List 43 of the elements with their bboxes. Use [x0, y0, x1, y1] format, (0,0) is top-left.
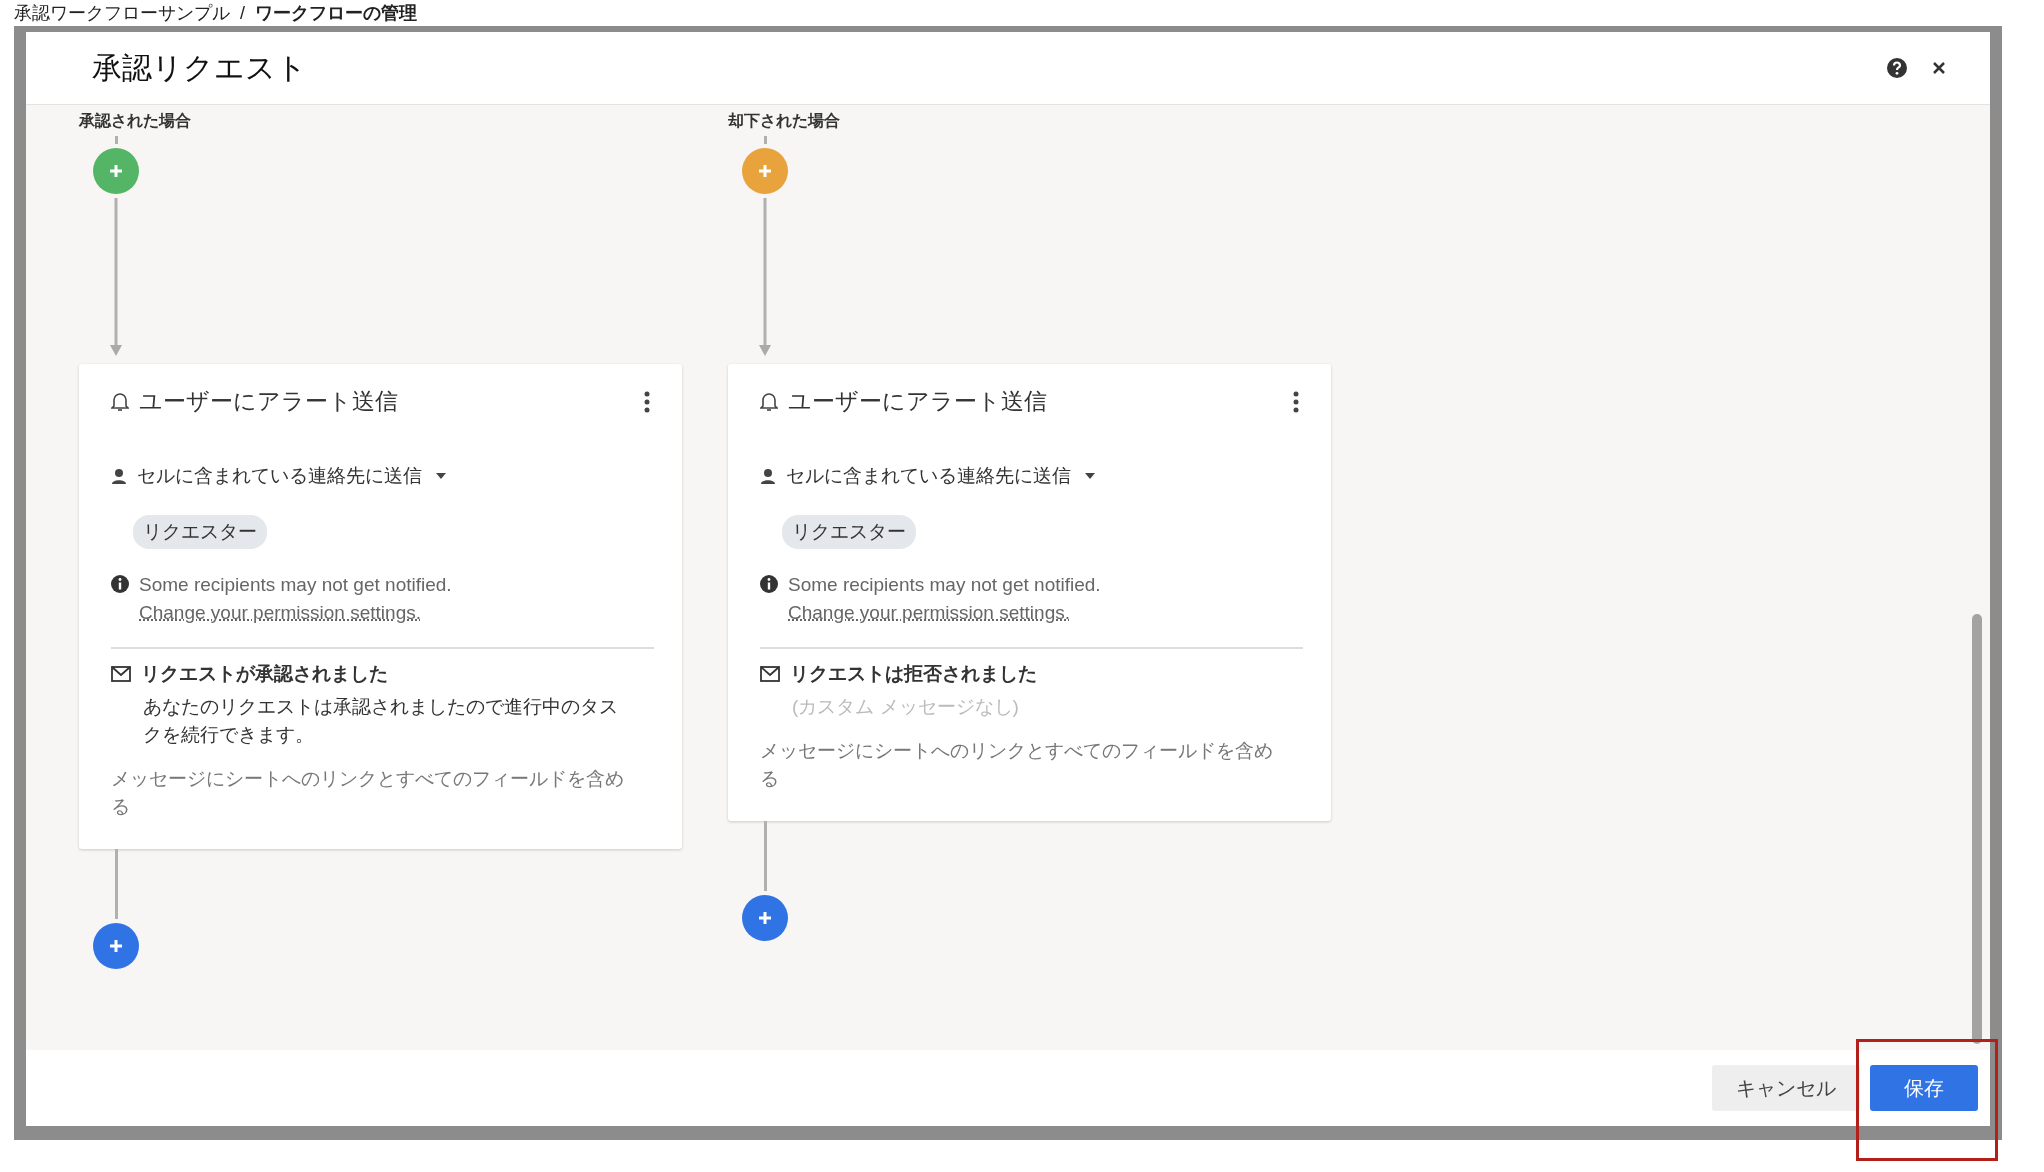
bell-icon: [760, 391, 778, 412]
message-subject: リクエストは拒否されました: [790, 662, 1037, 686]
add-step-button[interactable]: [93, 148, 139, 194]
permission-settings-link[interactable]: Change your permission settings.: [788, 602, 1070, 623]
message-body: あなたのリクエストは承認されましたので進行中のタスクを続行できます。: [143, 695, 619, 747]
person-icon: [111, 468, 127, 484]
info-icon: [111, 575, 129, 593]
plus-icon: [109, 939, 123, 953]
permission-notice: Some recipients may not get notified. Change your permission settings.: [788, 573, 1102, 625]
recipient-chip: リクエスター: [133, 515, 267, 549]
save-button[interactable]: 保存: [1870, 1065, 1978, 1111]
include-fields-note: メッセージにシートへのリンクとすべてのフィールドを含める: [111, 767, 625, 819]
mail-icon: [760, 666, 780, 682]
plus-icon: [109, 164, 123, 178]
add-step-button[interactable]: [93, 923, 139, 969]
caret-icon: [436, 473, 446, 479]
help-icon[interactable]: [1886, 57, 1908, 79]
recipient-chip: リクエスター: [782, 515, 916, 549]
add-step-button[interactable]: [742, 895, 788, 941]
message-body: (カスタム メッセージなし): [792, 695, 1020, 719]
permission-notice: Some recipients may not get notified. Change your permission settings.: [139, 573, 453, 625]
cancel-button[interactable]: キャンセル: [1712, 1065, 1860, 1111]
breadcrumb-separator: /: [240, 2, 245, 24]
info-icon: [760, 575, 778, 593]
card-title: ユーザーにアラート送信: [139, 387, 399, 416]
breadcrumb-item[interactable]: 承認ワークフローサンプル: [14, 1, 230, 25]
permission-settings-link[interactable]: Change your permission settings.: [139, 602, 421, 623]
include-fields-note: メッセージにシートへのリンクとすべてのフィールドを含める: [760, 739, 1274, 791]
plus-icon: [758, 911, 772, 925]
recipient-dropdown[interactable]: セルに含まれている連絡先に送信: [786, 463, 1095, 489]
dialog-title: 承認リクエスト: [92, 49, 308, 86]
mail-icon: [111, 666, 131, 682]
scrollbar[interactable]: [1972, 614, 1982, 1044]
caret-icon: [1085, 473, 1095, 479]
branch-label: 却下された場合: [728, 111, 840, 131]
branch-label: 承認された場合: [79, 111, 191, 131]
breadcrumb-item[interactable]: ワークフローの管理: [255, 1, 417, 25]
plus-icon: [758, 164, 772, 178]
person-icon: [760, 468, 776, 484]
recipient-dropdown[interactable]: セルに含まれている連絡先に送信: [137, 463, 446, 489]
message-subject: リクエストが承認されました: [141, 662, 388, 686]
bell-icon: [111, 391, 129, 412]
card-title: ユーザーにアラート送信: [788, 387, 1048, 416]
